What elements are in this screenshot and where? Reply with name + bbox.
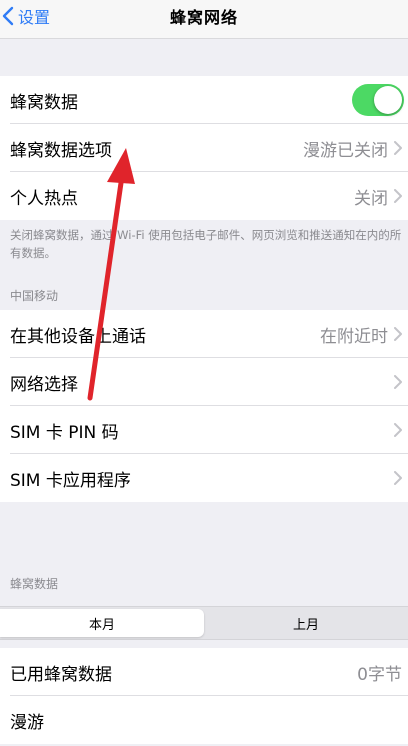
cellular-data-used-row: 已用蜂窝数据 0字节 <box>0 648 408 696</box>
cellular-data-toggle[interactable] <box>352 84 404 116</box>
cellular-data-options-value: 漫游已关闭 <box>303 140 388 161</box>
toggle-knob <box>374 86 402 114</box>
sim-applications-row[interactable]: SIM 卡应用程序 <box>0 454 408 502</box>
personal-hotspot-value: 关闭 <box>354 188 388 209</box>
chevron-right-icon <box>394 471 402 485</box>
calls-on-other-devices-value: 在附近时 <box>320 326 388 347</box>
calls-on-other-devices-row[interactable]: 在其他设备上通话 在附近时 <box>0 310 408 358</box>
roaming-usage-row: 漫游 <box>0 696 408 744</box>
cellular-data-used-label: 已用蜂窝数据 <box>10 664 112 685</box>
roaming-usage-label: 漫游 <box>10 712 44 733</box>
calls-on-other-devices-label: 在其他设备上通话 <box>10 326 146 347</box>
carrier-settings-group: 在其他设备上通话 在附近时 网络选择 SIM 卡 PIN 码 SIM 卡应用程序 <box>0 310 408 502</box>
cellular-data-used-value: 0字节 <box>357 664 402 685</box>
navigation-bar: 设置 蜂窝网络 <box>0 0 408 39</box>
period-segmented-control: 本月 上月 <box>0 606 408 640</box>
chevron-right-icon <box>394 327 402 341</box>
network-selection-row[interactable]: 网络选择 <box>0 358 408 406</box>
cellular-data-row: 蜂窝数据 <box>0 76 408 124</box>
personal-hotspot-label: 个人热点 <box>10 188 78 209</box>
cellular-data-footnote: 关闭蜂窝数据，通过 Wi-Fi 使用包括电子邮件、网页浏览和推送通知在内的所有数… <box>10 228 402 260</box>
cellular-settings-group: 蜂窝数据 蜂窝数据选项 漫游已关闭 个人热点 关闭 <box>0 76 408 220</box>
page-title: 蜂窝网络 <box>169 8 238 27</box>
cellular-usage-section-header: 蜂窝数据 <box>10 577 59 591</box>
network-selection-label: 网络选择 <box>10 374 78 395</box>
cellular-data-options-row[interactable]: 蜂窝数据选项 漫游已关闭 <box>0 124 408 172</box>
segment-previous-period[interactable]: 上月 <box>206 609 406 637</box>
chevron-right-icon <box>394 141 402 155</box>
personal-hotspot-row[interactable]: 个人热点 关闭 <box>0 172 408 220</box>
chevron-right-icon <box>394 375 402 389</box>
chevron-right-icon <box>394 189 402 203</box>
sim-pin-row[interactable]: SIM 卡 PIN 码 <box>0 406 408 454</box>
sim-pin-label: SIM 卡 PIN 码 <box>10 422 119 443</box>
cellular-data-label: 蜂窝数据 <box>10 92 78 113</box>
carrier-section-header: 中国移动 <box>10 289 59 303</box>
sim-applications-label: SIM 卡应用程序 <box>10 470 131 491</box>
cellular-data-options-label: 蜂窝数据选项 <box>10 140 112 161</box>
segment-current-period[interactable]: 本月 <box>0 609 204 637</box>
usage-group: 已用蜂窝数据 0字节 漫游 <box>0 648 408 744</box>
chevron-right-icon <box>394 423 402 437</box>
